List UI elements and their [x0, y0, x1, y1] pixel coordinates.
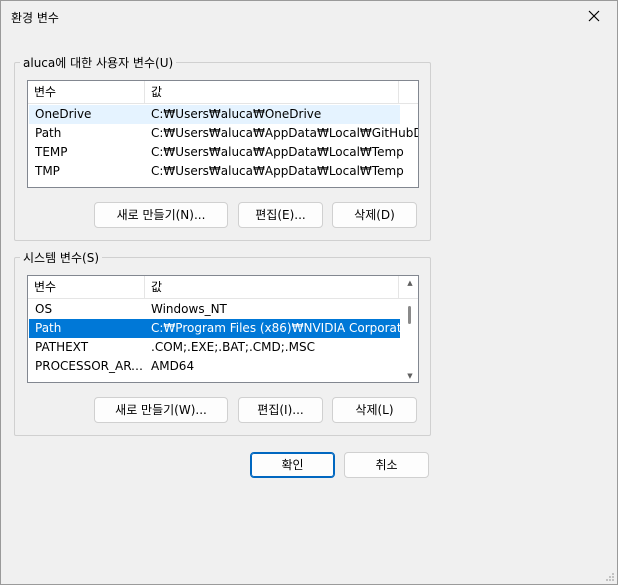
system-delete-button[interactable]: 삭제(L)	[332, 397, 417, 423]
vertical-scrollbar[interactable]	[408, 306, 411, 324]
table-row[interactable]: PATHEXT .COM;.EXE;.BAT;.CMD;.MSC	[29, 338, 400, 357]
scroll-down-arrow-icon[interactable]: ▼	[405, 372, 415, 380]
user-variables-label: aluca에 대한 사용자 변수(U)	[20, 54, 177, 71]
list-header: 변수 값	[28, 81, 418, 104]
close-icon	[588, 10, 600, 22]
user-new-button[interactable]: 새로 만들기(N)...	[94, 202, 228, 228]
table-row[interactable]: PROCESSOR_ARC... AMD64	[29, 357, 400, 376]
table-row-selected[interactable]: Path C:₩Program Files (x86)₩NVIDIA Corpo…	[29, 319, 416, 338]
cancel-button[interactable]: 취소	[344, 452, 429, 478]
close-button[interactable]	[571, 1, 617, 31]
system-new-button[interactable]: 새로 만들기(W)...	[94, 397, 228, 423]
table-row[interactable]: Path C:₩Users₩aluca₩AppData₩Local₩GitHub…	[29, 124, 418, 143]
system-variables-label: 시스템 변수(S)	[20, 249, 102, 266]
resize-grip-icon[interactable]	[605, 572, 615, 582]
table-row[interactable]: TMP C:₩Users₩aluca₩AppData₩Local₩Temp	[29, 162, 404, 181]
environment-variables-dialog: 환경 변수 aluca에 대한 사용자 변수(U) 변수 값 OneDrive …	[0, 0, 618, 585]
table-row[interactable]: OneDrive C:₩Users₩aluca₩OneDrive	[29, 105, 400, 124]
system-variables-list[interactable]: 변수 값 OS Windows_NT Path C:₩Program Files…	[27, 275, 419, 383]
system-edit-button[interactable]: 편집(I)...	[238, 397, 323, 423]
column-header-variable[interactable]: 변수	[28, 81, 144, 103]
table-row[interactable]: OS Windows_NT	[29, 300, 400, 319]
column-header-value[interactable]: 값	[145, 81, 395, 103]
scroll-up-arrow-icon[interactable]: ▲	[405, 279, 415, 287]
user-delete-button[interactable]: 삭제(D)	[332, 202, 417, 228]
user-variables-list[interactable]: 변수 값 OneDrive C:₩Users₩aluca₩OneDrive Pa…	[27, 80, 419, 188]
column-header-value[interactable]: 값	[145, 276, 395, 298]
column-header-variable[interactable]: 변수	[28, 276, 144, 298]
user-edit-button[interactable]: 편집(E)...	[238, 202, 323, 228]
title-bar: 환경 변수	[1, 1, 617, 31]
ok-button[interactable]: 확인	[250, 452, 335, 478]
table-row[interactable]: TEMP C:₩Users₩aluca₩AppData₩Local₩Temp	[29, 143, 404, 162]
list-header: 변수 값	[28, 276, 418, 299]
dialog-title: 환경 변수	[11, 11, 59, 25]
